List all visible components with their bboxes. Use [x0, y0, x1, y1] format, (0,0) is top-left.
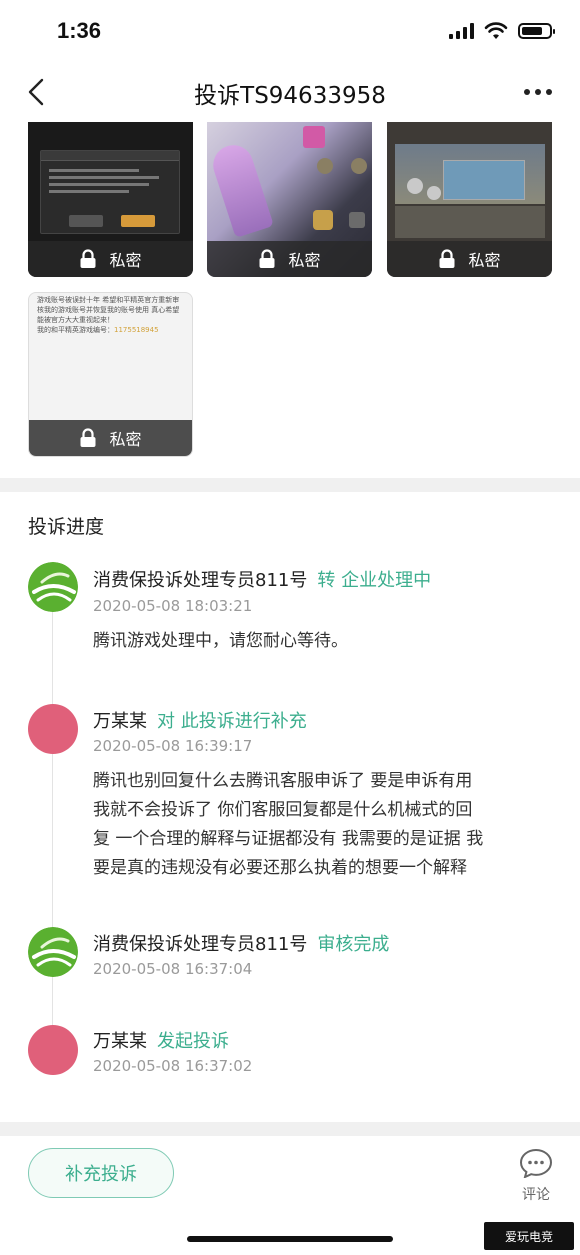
- timeline-content-line: 腾讯也别回复什么去腾讯客服申诉了 要是申诉有用: [93, 771, 473, 791]
- timeline-content-line: 腾讯游戏处理中，请您耐心等待。: [93, 631, 348, 651]
- text-card-content: 游戏账号被误封十年 希望和平精英官方重新审 核我的游戏账号并恢复我的账号使用 真…: [37, 295, 187, 335]
- progress-section-title: 投诉进度: [28, 516, 105, 538]
- private-overlay: 私密: [29, 420, 192, 456]
- private-overlay: 私密: [28, 241, 193, 277]
- more-dot-icon: [546, 89, 552, 95]
- status-bar: 1:36: [0, 0, 580, 62]
- battery-icon: [518, 23, 555, 39]
- avatar: [28, 704, 78, 754]
- text-card-line: 游戏账号被误封十年 希望和平精英官方重新审: [37, 296, 180, 304]
- text-card-game-id: 1175518945: [114, 326, 159, 334]
- lock-icon: [439, 249, 455, 268]
- text-card-line: 我的和平精英游戏编号：: [37, 326, 114, 334]
- timeline-content-line: 复 一个合理的解释与证据都没有 我需要的是证据 我: [93, 829, 484, 849]
- comment-label: 评论: [522, 1187, 550, 1203]
- timeline-author: 万某某: [93, 711, 147, 732]
- private-overlay: 私密: [207, 241, 372, 277]
- comment-button[interactable]: 评论: [518, 1148, 554, 1204]
- timeline-action: 对 此投诉进行补充: [157, 711, 307, 732]
- attachment-image-1[interactable]: 私密: [28, 122, 193, 277]
- timeline-content: 腾讯游戏处理中，请您耐心等待。: [93, 627, 553, 656]
- page-title: 投诉TS94633958: [194, 83, 386, 109]
- timeline-action: 转 企业处理中: [317, 570, 432, 591]
- supplement-complaint-button[interactable]: 补充投诉: [28, 1148, 174, 1198]
- timeline-author: 消费保投诉处理专员811号: [93, 934, 308, 955]
- lock-icon: [80, 428, 96, 447]
- timeline-time: 2020-05-08 18:03:21: [93, 597, 253, 615]
- wifi-icon: [484, 22, 508, 39]
- timeline-time: 2020-05-08 16:39:17: [93, 737, 253, 755]
- timeline-content: 腾讯也别回复什么去腾讯客服申诉了 要是申诉有用 我就不会投诉了 你们客服回复都是…: [93, 767, 553, 883]
- more-dot-icon: [524, 89, 530, 95]
- cellular-signal-icon: [449, 23, 474, 39]
- timeline-content-line: 我就不会投诉了 你们客服回复都是什么机械式的回: [93, 800, 473, 820]
- avatar: [28, 1025, 78, 1075]
- private-label: 私密: [288, 251, 321, 270]
- status-time: 1:36: [57, 18, 102, 43]
- timeline-line: [52, 600, 53, 1050]
- timeline-author: 消费保投诉处理专员811号: [93, 570, 308, 591]
- status-icons: [449, 22, 555, 40]
- private-label: 私密: [468, 251, 501, 270]
- watermark-logo: 爱玩电竞: [484, 1222, 574, 1250]
- lock-icon: [259, 249, 275, 268]
- timeline-time: 2020-05-08 16:37:02: [93, 1057, 253, 1075]
- attachment-image-3[interactable]: 私密: [387, 122, 552, 277]
- comment-bubble-icon: [519, 1148, 553, 1179]
- private-label: 私密: [109, 430, 142, 449]
- attachment-image-4[interactable]: 游戏账号被误封十年 希望和平精英官方重新审 核我的游戏账号并恢复我的账号使用 真…: [28, 292, 193, 457]
- section-divider: [0, 478, 580, 492]
- consumer-protection-logo-icon: [28, 562, 78, 612]
- text-card-line: 能被官方大大重视起来！: [37, 316, 114, 324]
- attachment-images: 私密 私密 私密 游戏账号被误封十年 希望和平精英官方重新审 核我的游戏账号并恢…: [0, 122, 580, 478]
- consumer-protection-logo-icon: [28, 927, 78, 977]
- home-indicator[interactable]: [187, 1236, 393, 1242]
- timeline-time: 2020-05-08 16:37:04: [93, 960, 253, 978]
- more-dot-icon: [535, 89, 541, 95]
- private-overlay: 私密: [387, 241, 552, 277]
- text-card-line: 核我的游戏账号并恢复我的账号使用 真心希望: [37, 306, 180, 314]
- timeline-action: 发起投诉: [157, 1031, 229, 1052]
- lock-icon: [80, 249, 96, 268]
- attachment-image-2[interactable]: 私密: [207, 122, 372, 277]
- timeline-action: 审核完成: [317, 934, 390, 955]
- timeline-content-line: 要是真的违规没有必要还那么执着的想要一个解释: [93, 858, 467, 878]
- bottom-divider: [0, 1122, 580, 1136]
- private-label: 私密: [109, 251, 142, 270]
- more-button[interactable]: [518, 74, 558, 110]
- timeline-author: 万某某: [93, 1031, 147, 1052]
- nav-bar: 投诉TS94633958: [0, 62, 580, 122]
